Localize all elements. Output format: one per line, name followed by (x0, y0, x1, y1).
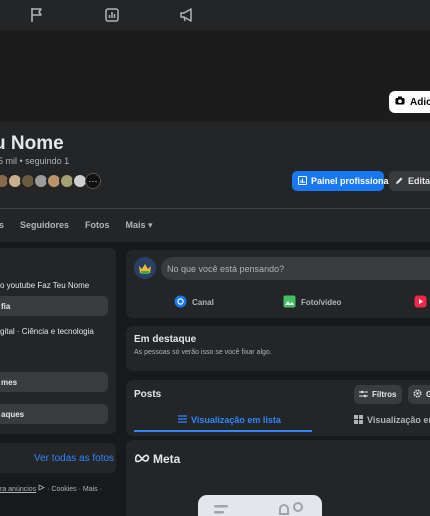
intro-text: o youtube Faz Teu Nome (0, 281, 90, 290)
tab-followers[interactable]: Seguidores (20, 220, 69, 231)
promo-illustration (198, 495, 322, 516)
camera-icon (395, 96, 405, 108)
professional-panel-button[interactable]: Painel profissional (292, 171, 391, 191)
manage-posts-label: G (426, 390, 430, 399)
flag-icon[interactable] (28, 6, 46, 24)
edit-bio-button[interactable]: fia (0, 296, 108, 316)
edit-profile-label: Editar (408, 176, 430, 186)
whats-on-your-mind-input[interactable]: No que você está pensando? (161, 257, 430, 280)
top-nav (0, 0, 430, 30)
add-cover-photo-button[interactable]: Adicio (389, 91, 430, 113)
profile-tabs: es Seguidores Fotos Mais ▾ (0, 220, 153, 231)
photo-video-label: Foto/vídeo (301, 297, 342, 307)
list-icon (178, 415, 187, 425)
tab-more[interactable]: Mais ▾ (126, 220, 153, 231)
tab-photos[interactable]: Fotos (85, 220, 110, 231)
add-cover-label: Adicio (410, 96, 430, 108)
grid-icon (354, 414, 363, 426)
see-all-photos-link[interactable]: Ver todas as fotos (34, 453, 114, 464)
manage-posts-button[interactable]: G (408, 385, 430, 404)
filters-label: Filtros (372, 390, 397, 399)
posts-title: Posts (134, 389, 162, 400)
profile-name: u Nome (0, 133, 64, 154)
list-view-label: Visualização em lista (191, 415, 281, 425)
edit-profile-button[interactable]: Editar (389, 171, 430, 191)
grid-view-label: Visualização em g (367, 415, 430, 425)
avatar[interactable] (134, 257, 156, 279)
channel-icon (174, 295, 187, 310)
meta-infinity-icon (134, 452, 150, 466)
footer-links: ra anúncios · Cookies · Mais · (0, 484, 102, 493)
edit-details-button[interactable]: mes (0, 372, 108, 392)
dashboard-icon (298, 175, 307, 187)
cover-photo (0, 30, 430, 122)
friend-avatars[interactable]: ··· (0, 173, 101, 191)
pencil-icon (395, 176, 404, 187)
featured-title: Em destaque (134, 334, 197, 345)
gear-icon (413, 389, 422, 400)
professional-panel-label: Painel profissional (311, 176, 392, 186)
photo-icon (283, 295, 296, 310)
tab-grid-view[interactable]: Visualização em g (354, 409, 430, 431)
sliders-icon (359, 390, 368, 400)
ad-choices-icon (38, 484, 47, 493)
meta-logo: Meta (134, 452, 180, 466)
filters-button[interactable]: Filtros (354, 385, 402, 404)
add-featured-button[interactable]: aques (0, 404, 108, 424)
header-divider (0, 208, 430, 209)
megaphone-icon[interactable] (178, 6, 196, 24)
tab-list-view[interactable]: Visualização em lista (178, 409, 281, 431)
channel-label: Canal (192, 297, 214, 307)
featured-subtitle: As pessoas só verão isso se você fixar a… (134, 349, 272, 356)
photo-video-button[interactable]: Foto/vídeo (283, 294, 341, 310)
ad-choices-link[interactable]: ra anúncios (0, 486, 36, 493)
profile-stats[interactable]: 5 mil • seguindo 1 (0, 156, 69, 166)
footer-more-links[interactable]: · Cookies · Mais · (47, 486, 102, 493)
active-tab-indicator (134, 430, 312, 432)
tab-about[interactable]: es (0, 220, 4, 231)
channel-button[interactable]: Canal (174, 294, 214, 310)
meta-logo-text: Meta (153, 452, 181, 466)
more-friends-button[interactable]: ··· (85, 173, 101, 189)
reels-icon[interactable] (414, 295, 427, 313)
page-category: gital · Ciência e tecnologia (0, 327, 94, 336)
chart-icon[interactable] (103, 6, 121, 24)
